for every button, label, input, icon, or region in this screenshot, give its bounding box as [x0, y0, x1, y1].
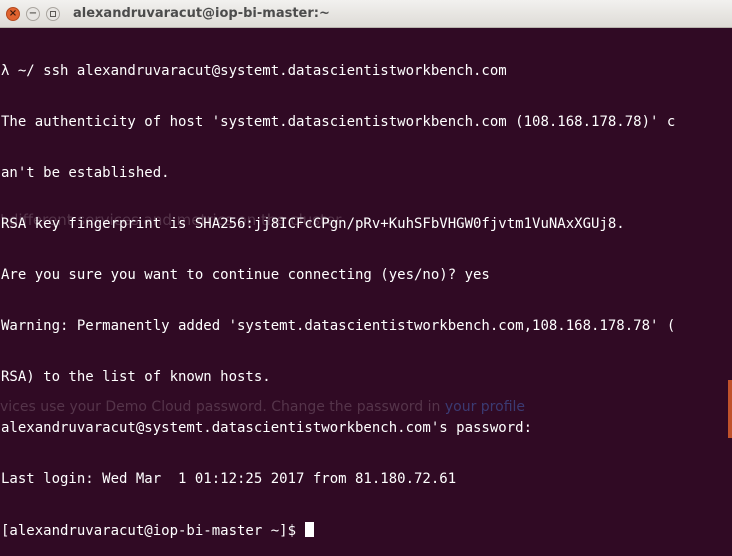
minimize-icon: − [28, 8, 38, 19]
terminal-line: Warning: Permanently added 'systemt.data… [1, 318, 676, 334]
maximize-icon [50, 11, 56, 17]
text-cursor [305, 522, 315, 537]
terminal-line: an't be established. [1, 165, 170, 181]
terminal-line: alexandruvaracut@systemt.datascientistwo… [1, 420, 533, 436]
close-icon: × [8, 8, 18, 19]
minimize-window-button[interactable]: − [26, 7, 40, 21]
terminal-prompt-line[interactable]: [alexandruvaracut@iop-bi-master ~]$ [1, 522, 732, 539]
maximize-window-button[interactable] [46, 7, 60, 21]
terminal-line: Are you sure you want to continue connec… [1, 267, 490, 283]
window-titlebar[interactable]: × − alexandruvaracut@iop-bi-master:~ [0, 0, 732, 28]
terminal-line: λ ~/ ssh alexandruvaracut@systemt.datasc… [1, 63, 507, 79]
terminal-line: RSA) to the list of known hosts. [1, 369, 271, 385]
shell-prompt: [alexandruvaracut@iop-bi-master ~]$ [1, 523, 305, 539]
window-title: alexandruvaracut@iop-bi-master:~ [73, 6, 330, 21]
terminal-output[interactable]: λ ~/ ssh alexandruvaracut@systemt.datasc… [1, 29, 732, 556]
terminal-line: The authenticity of host 'systemt.datasc… [1, 114, 676, 130]
close-window-button[interactable]: × [6, 7, 20, 21]
terminal-line: RSA key fingerprint is SHA256:jj8ICFcCPg… [1, 216, 625, 232]
terminal-line: Last login: Wed Mar 1 01:12:25 2017 from… [1, 471, 457, 487]
